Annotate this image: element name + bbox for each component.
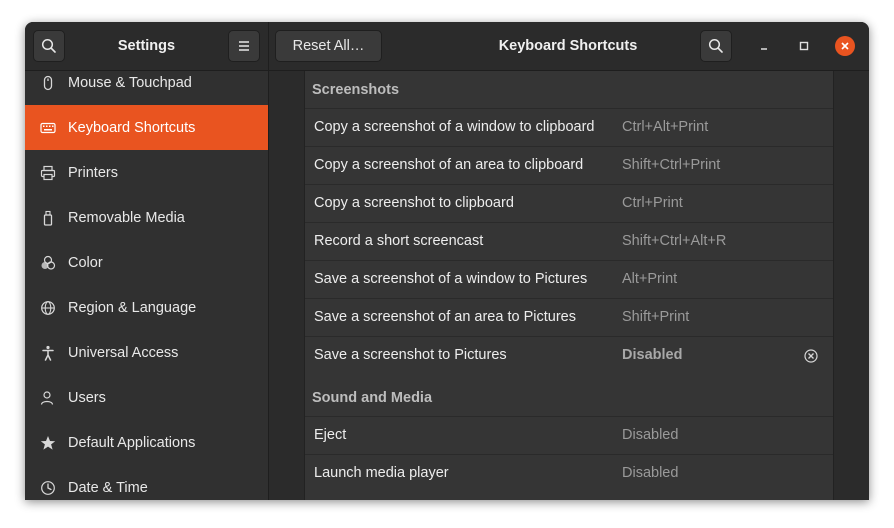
shortcut-label: Save a screenshot of a window to Picture…: [314, 271, 588, 287]
page-title: Keyboard Shortcuts: [498, 38, 638, 54]
sidebar-item-label: Color: [68, 254, 103, 271]
reset-all-button[interactable]: Reset All…: [275, 30, 382, 62]
shortcut-accel: Shift+Print: [622, 309, 690, 325]
minimize-button[interactable]: [754, 36, 774, 56]
sidebar-item-label: Universal Access: [68, 344, 179, 361]
mouse-icon: [40, 75, 56, 91]
sidebar-item-printers[interactable]: Printers: [25, 150, 268, 195]
shortcut-row[interactable]: Record a short screencast Shift+Ctrl+Alt…: [305, 222, 833, 260]
sidebar-item-date-time[interactable]: Date & Time: [25, 465, 268, 500]
usb-icon: [40, 210, 56, 226]
printer-icon: [40, 165, 56, 181]
sidebar-item-label: Mouse & Touchpad: [68, 74, 192, 91]
shortcut-label: Copy a screenshot of a window to clipboa…: [314, 119, 595, 135]
sidebar-item-color[interactable]: Color: [25, 240, 268, 285]
shortcut-search-button[interactable]: [700, 30, 732, 62]
shortcut-row[interactable]: Copy a screenshot of an area to clipboar…: [305, 146, 833, 184]
shortcut-row[interactable]: Eject Disabled: [305, 416, 833, 454]
shortcut-label: Copy a screenshot to clipboard: [314, 195, 514, 211]
sidebar-item-label: Date & Time: [68, 479, 148, 496]
shortcut-row[interactable]: Save a screenshot of a window to Picture…: [305, 260, 833, 298]
shortcut-label: Eject: [314, 427, 347, 443]
search-icon: [708, 38, 723, 53]
shortcuts-content: Screenshots Copy a screenshot of a windo…: [269, 71, 869, 500]
globe-icon: [40, 300, 56, 316]
sidebar-item-users[interactable]: Users: [25, 375, 268, 420]
sidebar-item-removable-media[interactable]: Removable Media: [25, 195, 268, 240]
minimize-icon: [761, 48, 767, 50]
shortcut-label: Launch media player: [314, 465, 449, 481]
headerbar: Settings Reset All… Keyboard Shortcuts: [25, 22, 869, 71]
shortcut-row[interactable]: Save a screenshot to Pictures Disabled: [305, 336, 833, 374]
clock-icon: [40, 480, 56, 496]
color-icon: [40, 255, 56, 271]
section-title-sound-media: Sound and Media: [312, 390, 433, 406]
users-icon: [40, 390, 56, 406]
sidebar-item-label: Default Applications: [68, 434, 196, 451]
search-icon: [41, 38, 56, 53]
clear-shortcut-button[interactable]: [803, 348, 819, 364]
section-title-screenshots: Screenshots: [312, 82, 400, 98]
shortcut-accel: Ctrl+Alt+Print: [622, 119, 709, 135]
shortcut-label: Copy a screenshot of an area to clipboar…: [314, 157, 584, 173]
shortcuts-list: Screenshots Copy a screenshot of a windo…: [304, 71, 834, 500]
sidebar-item-label: Users: [68, 389, 106, 406]
sidebar: Mouse & Touchpad Keyboard Shortcuts Prin…: [25, 71, 269, 500]
shortcut-row[interactable]: Copy a screenshot to clipboard Ctrl+Prin…: [305, 184, 833, 222]
menu-button[interactable]: [228, 30, 260, 62]
shortcut-accel: Shift+Ctrl+Print: [622, 157, 721, 173]
shortcut-accel: Alt+Print: [622, 271, 678, 287]
maximize-button[interactable]: [794, 36, 814, 56]
shortcut-accel: Disabled: [622, 465, 679, 481]
shortcut-row[interactable]: Launch media player Disabled: [305, 454, 833, 492]
sidebar-item-label: Keyboard Shortcuts: [68, 119, 196, 136]
app-title: Settings: [117, 38, 176, 54]
shortcut-label: Record a short screencast: [314, 233, 484, 249]
hamburger-icon: [239, 41, 249, 51]
shortcut-label: Save a screenshot of an area to Pictures: [314, 309, 576, 325]
shortcut-row[interactable]: Save a screenshot of an area to Pictures…: [305, 298, 833, 336]
accessibility-icon: [40, 345, 56, 361]
shortcut-accel: Disabled: [622, 347, 683, 363]
clear-icon: [804, 349, 818, 363]
sidebar-item-default-applications[interactable]: Default Applications: [25, 420, 268, 465]
maximize-icon: [799, 41, 809, 51]
sidebar-item-mouse-touchpad[interactable]: Mouse & Touchpad: [25, 71, 268, 105]
sidebar-item-keyboard-shortcuts[interactable]: Keyboard Shortcuts: [25, 105, 268, 150]
settings-window: Settings Reset All… Keyboard Shortcuts M…: [25, 22, 869, 500]
sidebar-item-label: Removable Media: [68, 209, 185, 226]
sidebar-item-label: Region & Language: [68, 299, 197, 316]
shortcut-accel: Ctrl+Print: [622, 195, 683, 211]
sidebar-item-label: Printers: [68, 164, 118, 181]
close-icon: [841, 42, 849, 50]
sidebar-item-universal-access[interactable]: Universal Access: [25, 330, 268, 375]
shortcut-accel: Shift+Ctrl+Alt+R: [622, 233, 727, 249]
keyboard-icon: [40, 120, 56, 136]
close-button[interactable]: [835, 36, 855, 56]
sidebar-item-region-language[interactable]: Region & Language: [25, 285, 268, 330]
headerbar-sidebar-section: Settings: [25, 22, 269, 70]
search-button[interactable]: [33, 30, 65, 62]
shortcut-label: Save a screenshot to Pictures: [314, 347, 507, 363]
shortcut-accel: Disabled: [622, 427, 679, 443]
shortcut-row[interactable]: Copy a screenshot of a window to clipboa…: [305, 108, 833, 146]
star-icon: [40, 435, 56, 451]
